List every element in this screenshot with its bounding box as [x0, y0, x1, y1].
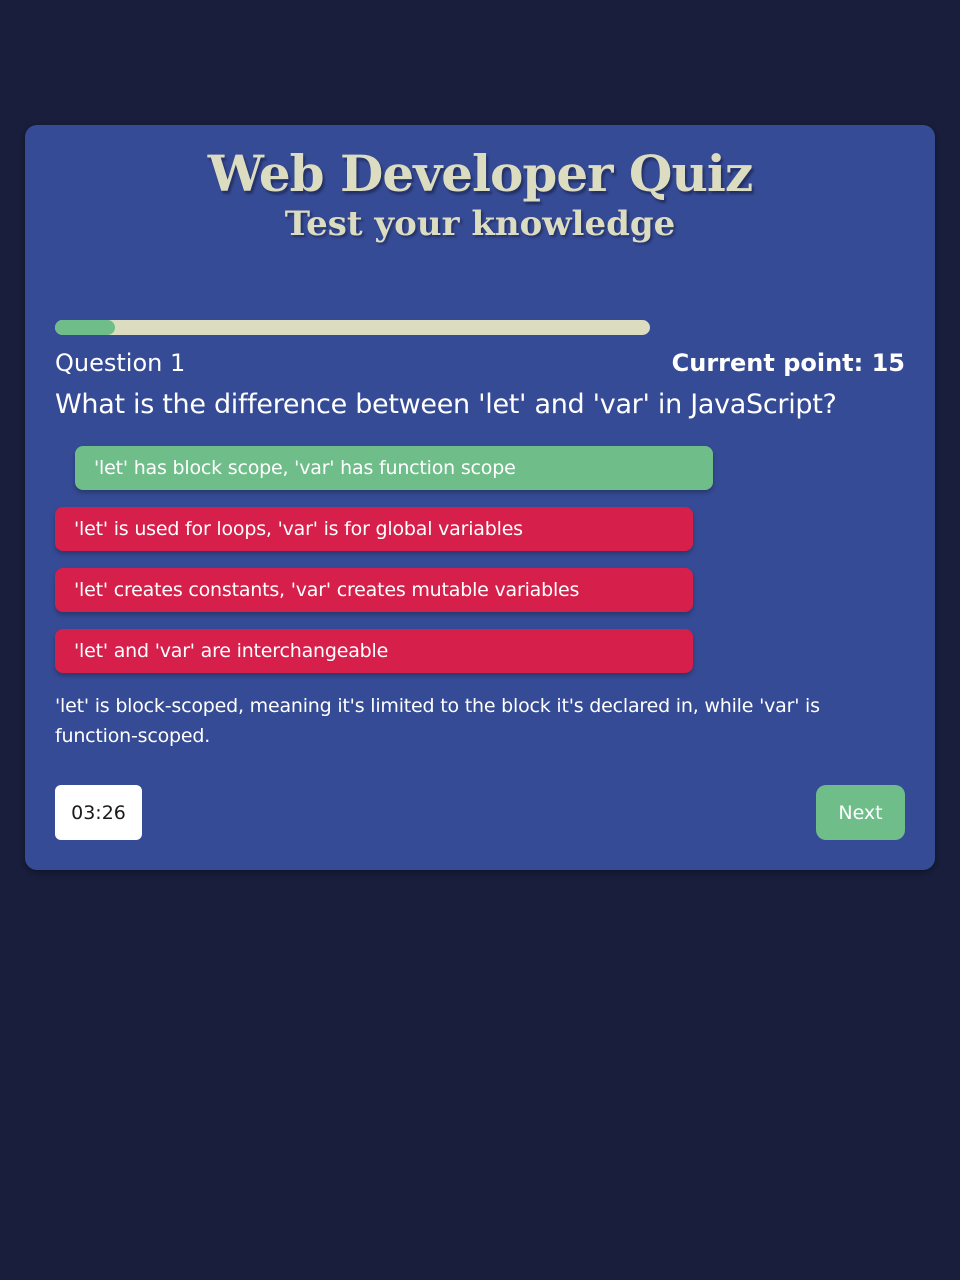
progress-bar: [55, 320, 650, 335]
quiz-card: Web Developer Quiz Test your knowledge Q…: [25, 125, 935, 870]
progress-bar-fill: [55, 320, 115, 335]
answer-option-4[interactable]: 'let' and 'var' are interchangeable: [55, 629, 693, 673]
quiz-title: Web Developer Quiz: [207, 144, 753, 203]
question-text: What is the difference between 'let' and…: [55, 389, 837, 420]
answer-option-label: 'let' and 'var' are interchangeable: [74, 640, 389, 662]
answer-option-2[interactable]: 'let' is used for loops, 'var' is for gl…: [55, 507, 693, 551]
countdown-timer: 03:26: [55, 785, 142, 840]
question-number: Question 1: [55, 349, 186, 377]
next-button[interactable]: Next: [816, 785, 905, 840]
answer-option-label: 'let' has block scope, 'var' has functio…: [94, 457, 516, 479]
answer-explanation: 'let' is block-scoped, meaning it's limi…: [55, 695, 820, 747]
current-points: Current point: 15: [671, 349, 905, 377]
answer-option-1[interactable]: 'let' has block scope, 'var' has functio…: [75, 446, 713, 490]
quiz-subtitle: Test your knowledge: [284, 204, 676, 244]
answer-option-label: 'let' is used for loops, 'var' is for gl…: [74, 518, 523, 540]
answer-option-label: 'let' creates constants, 'var' creates m…: [74, 579, 580, 601]
answer-option-3[interactable]: 'let' creates constants, 'var' creates m…: [55, 568, 693, 612]
